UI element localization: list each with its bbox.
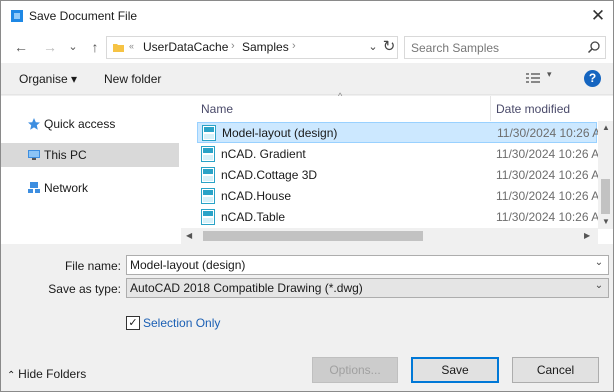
dwg-file-icon: [201, 167, 215, 183]
vertical-scrollbar[interactable]: ▲ ▼: [598, 121, 613, 229]
dwg-file-icon: [201, 146, 215, 162]
view-options-icon[interactable]: [526, 72, 540, 85]
navigation-bar: ← → ⌄ ↑ « UserDataCache › Samples › ⌄ ↻: [1, 31, 613, 63]
file-date: 11/30/2024 10:26 A: [496, 210, 600, 224]
file-date: 11/30/2024 10:26 A: [496, 189, 600, 203]
selection-only-checkbox[interactable]: ✓: [126, 316, 140, 330]
search-box[interactable]: [404, 36, 606, 59]
file-name: Model-layout (design): [222, 126, 338, 140]
file-name-value: Model-layout (design): [130, 258, 246, 272]
file-row[interactable]: nCAD.House 11/30/2024 10:26 A: [197, 186, 600, 207]
organise-menu[interactable]: Organise ▾: [19, 72, 77, 86]
cancel-button[interactable]: Cancel: [512, 357, 599, 383]
computer-icon: [28, 150, 40, 160]
address-bar[interactable]: « UserDataCache › Samples › ⌄: [106, 36, 398, 59]
scroll-up-icon[interactable]: ▲: [602, 123, 610, 132]
file-name: nCAD.Cottage 3D: [221, 168, 318, 182]
refresh-icon[interactable]: ↻: [379, 36, 399, 57]
close-button[interactable]: ✕: [587, 5, 609, 27]
folder-icon: [113, 44, 124, 52]
file-row[interactable]: nCAD.Cottage 3D 11/30/2024 10:26 A: [197, 165, 600, 186]
app-icon: [11, 10, 23, 22]
file-list: ^ Name Date modified Model-layout (desig…: [181, 91, 613, 244]
scroll-right-icon[interactable]: ▶: [584, 231, 590, 240]
breadcrumb-separator-icon: «: [129, 41, 135, 51]
file-name-label: File name:: [64, 259, 121, 273]
dwg-file-icon: [202, 125, 216, 141]
sidebar-item-label: This PC: [44, 148, 87, 162]
chevron-down-icon[interactable]: ⌄: [592, 280, 606, 291]
navigation-pane: Quick access This PC Network: [1, 96, 181, 244]
column-divider[interactable]: [490, 96, 491, 121]
hide-folders-label: Hide Folders: [18, 367, 87, 381]
scrollbar-thumb[interactable]: [601, 179, 610, 214]
selection-only-label[interactable]: Selection Only: [143, 316, 220, 330]
scroll-left-icon[interactable]: ◀: [186, 231, 192, 240]
save-dialog: Save Document File ✕ ← → ⌄ ↑ « UserDataC…: [0, 0, 614, 392]
options-button[interactable]: Options...: [312, 357, 398, 383]
up-arrow-icon[interactable]: ↑: [85, 37, 105, 57]
sidebar-item-label: Quick access: [44, 117, 116, 131]
file-date: 11/30/2024 10:26 A: [497, 126, 601, 140]
file-name-field[interactable]: Model-layout (design) ⌄: [126, 255, 609, 275]
back-arrow-icon[interactable]: ←: [11, 37, 31, 57]
file-row[interactable]: nCAD. Gradient 11/30/2024 10:26 A: [197, 144, 600, 165]
hide-folders-button[interactable]: ⌃ Hide Folders: [7, 367, 86, 381]
scrollbar-thumb[interactable]: [203, 231, 423, 241]
file-date: 11/30/2024 10:26 A: [496, 147, 600, 161]
file-row[interactable]: nCAD.Table 11/30/2024 10:26 A: [197, 207, 600, 228]
save-type-label: Save as type:: [48, 282, 121, 296]
dwg-file-icon: [201, 209, 215, 225]
chevron-right-icon[interactable]: ›: [292, 40, 296, 52]
horizontal-scrollbar[interactable]: ◀ ▶: [181, 228, 598, 244]
sidebar-item-quick-access[interactable]: Quick access: [1, 112, 179, 136]
file-date: 11/30/2024 10:26 A: [496, 168, 600, 182]
breadcrumb-samples[interactable]: Samples: [242, 40, 289, 54]
file-name: nCAD.House: [221, 189, 292, 203]
chevron-right-icon[interactable]: ›: [231, 40, 235, 52]
sidebar-item-label: Network: [44, 181, 89, 195]
search-input[interactable]: [411, 40, 581, 56]
file-name: nCAD. Gradient: [221, 147, 306, 161]
new-folder-button[interactable]: New folder: [104, 72, 161, 86]
breadcrumb-userdatacache[interactable]: UserDataCache: [143, 40, 228, 54]
save-button[interactable]: Save: [411, 357, 499, 383]
scroll-down-icon[interactable]: ▼: [602, 217, 610, 226]
search-icon[interactable]: [587, 40, 601, 55]
chevron-down-icon[interactable]: ⌄: [592, 257, 606, 268]
star-icon: [28, 118, 40, 130]
sidebar-item-this-pc[interactable]: This PC: [1, 143, 179, 167]
help-icon[interactable]: ?: [584, 70, 601, 87]
sidebar-item-network[interactable]: Network: [1, 176, 179, 200]
file-name: nCAD.Table: [221, 210, 286, 224]
window-title: Save Document File: [29, 9, 138, 23]
save-type-value: AutoCAD 2018 Compatible Drawing (*.dwg): [130, 281, 363, 295]
command-toolbar: Organise ▾ New folder ▾ ?: [1, 63, 613, 95]
network-icon: [28, 182, 40, 193]
dwg-file-icon: [201, 188, 215, 204]
forward-arrow-icon[interactable]: →: [40, 37, 60, 57]
recent-locations-icon[interactable]: ⌄: [63, 37, 83, 57]
chevron-up-icon: ⌃: [7, 370, 19, 381]
sort-ascending-icon: ^: [338, 91, 343, 101]
save-type-select[interactable]: AutoCAD 2018 Compatible Drawing (*.dwg) …: [126, 278, 609, 298]
title-bar: Save Document File ✕: [1, 1, 613, 31]
file-row[interactable]: Model-layout (design) 11/30/2024 10:26 A: [197, 122, 601, 143]
chevron-down-icon[interactable]: ▾: [547, 69, 552, 80]
